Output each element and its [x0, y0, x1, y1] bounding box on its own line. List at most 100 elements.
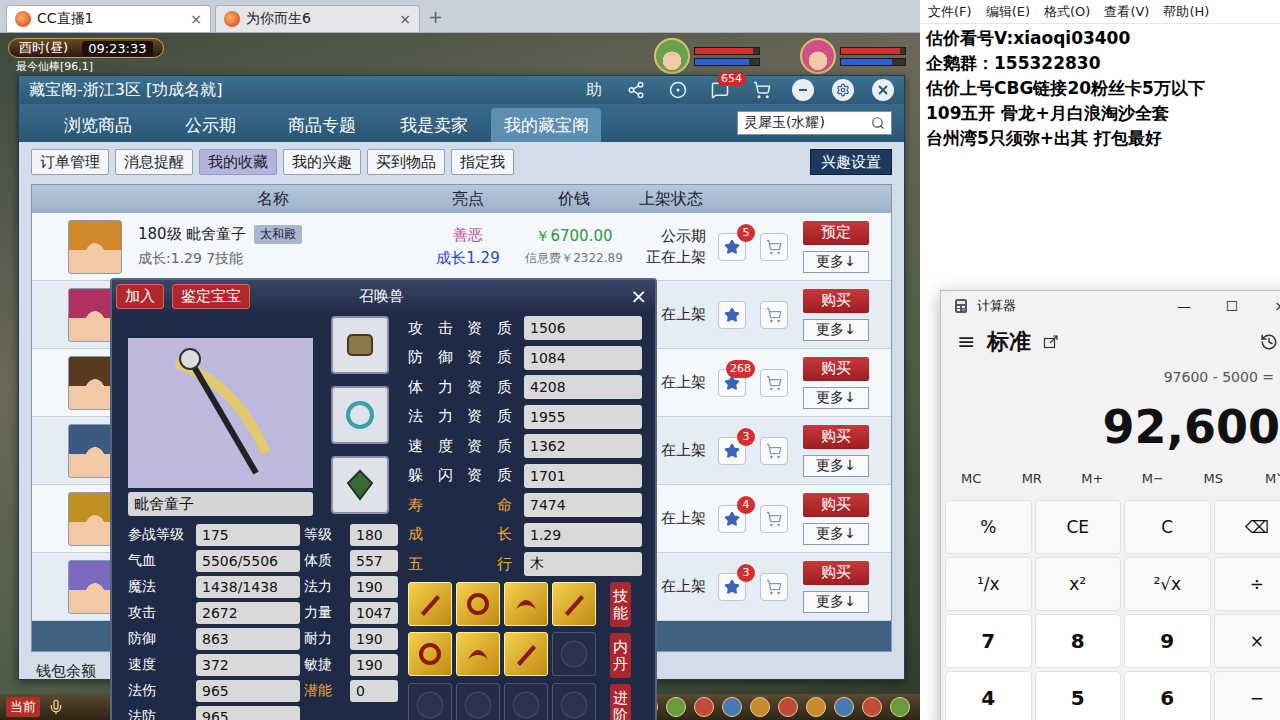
memory-button[interactable]: MC	[961, 471, 981, 486]
identify-button[interactable]: 鉴定宝宝	[172, 284, 250, 309]
calculator-key[interactable]: 7	[945, 614, 1032, 668]
mic-icon[interactable]	[48, 699, 64, 715]
add-cart-button[interactable]	[760, 233, 788, 261]
menu-item[interactable]: 格式(O)	[1044, 3, 1090, 21]
search-icon[interactable]	[871, 116, 885, 130]
game-menu-icon[interactable]	[722, 697, 742, 717]
calculator-key[interactable]: −	[1214, 671, 1280, 720]
calculator-key[interactable]: ⌫	[1214, 500, 1280, 554]
skill-slot[interactable]	[456, 683, 500, 720]
portrait-icon[interactable]	[654, 38, 690, 74]
browser-tab[interactable]: 为你而生6×	[215, 5, 420, 32]
table-row[interactable]: 180级 毗舍童子太和殿成长:1.29 7技能善恶成长1.29￥6700.00信…	[32, 213, 891, 281]
more-button[interactable]: 更多↓	[803, 455, 869, 477]
calculator-key[interactable]: ¹/x	[945, 557, 1032, 611]
equipment-slot[interactable]	[331, 316, 389, 374]
memory-button[interactable]: M+	[1081, 471, 1103, 486]
game-menu-icon[interactable]	[666, 697, 686, 717]
record-button[interactable]	[666, 78, 690, 102]
browser-tab[interactable]: CC直播1×	[6, 5, 211, 32]
buy-button[interactable]: 购买	[803, 425, 869, 449]
calculator-key[interactable]: ×	[1214, 614, 1280, 668]
more-button[interactable]: 更多↓	[803, 523, 869, 545]
add-cart-button[interactable]	[760, 369, 788, 397]
tab-close-button[interactable]: ×	[399, 11, 411, 27]
buy-button[interactable]: 购买	[803, 493, 869, 517]
game-menu-icon[interactable]	[778, 697, 798, 717]
buy-button[interactable]: 购买	[803, 561, 869, 585]
calculator-key[interactable]: 4	[945, 671, 1032, 720]
menu-item[interactable]: 编辑(E)	[986, 3, 1030, 21]
more-button[interactable]: 更多↓	[803, 319, 869, 341]
favorite-button[interactable]: 5	[718, 233, 746, 261]
popup-close-button[interactable]: ×	[630, 284, 647, 308]
skill-slot[interactable]	[504, 632, 548, 676]
cbg-tab[interactable]: 商品专题	[267, 108, 377, 142]
join-button[interactable]: 加入	[116, 284, 164, 309]
game-menu-icon[interactable]	[694, 697, 714, 717]
favorite-button[interactable]: 4	[718, 505, 746, 533]
favorite-button[interactable]	[718, 301, 746, 329]
more-button[interactable]: 更多↓	[803, 591, 869, 613]
calculator-key[interactable]: 5	[1035, 671, 1122, 720]
more-button[interactable]: 更多↓	[803, 251, 869, 273]
cbg-tab[interactable]: 我是卖家	[379, 108, 489, 142]
sub-tab[interactable]: 我的收藏	[199, 149, 277, 175]
game-menu-icon[interactable]	[806, 697, 826, 717]
add-cart-button[interactable]	[760, 573, 788, 601]
skill-slot[interactable]	[456, 632, 500, 676]
game-menu-icon[interactable]	[862, 697, 882, 717]
party-member[interactable]	[654, 38, 760, 74]
window-control-button[interactable]: ×	[1256, 298, 1280, 314]
side-button[interactable]: 技能	[610, 582, 631, 627]
buy-button[interactable]: 购买	[803, 357, 869, 381]
minimize-button[interactable]	[792, 79, 814, 101]
channel-button[interactable]: 当前	[6, 697, 40, 717]
skill-slot[interactable]	[408, 683, 452, 720]
equipment-slot[interactable]	[331, 386, 389, 444]
side-button[interactable]: 内丹	[610, 633, 631, 678]
help-button[interactable]: 助	[582, 78, 606, 102]
add-cart-button[interactable]	[760, 301, 788, 329]
memory-button[interactable]: M˅	[1265, 471, 1280, 486]
sub-tab[interactable]: 指定我	[451, 149, 514, 175]
calculator-key[interactable]: %	[945, 500, 1032, 554]
window-control-button[interactable]: ☐	[1208, 298, 1256, 314]
portrait-icon[interactable]	[800, 38, 836, 74]
favorite-button[interactable]: 3	[718, 437, 746, 465]
search-field[interactable]: 灵犀玉(水耀)	[737, 111, 892, 135]
favorite-button[interactable]: 3	[718, 573, 746, 601]
cbg-tab[interactable]: 公示期	[155, 108, 265, 142]
game-menu-icon[interactable]	[834, 697, 854, 717]
add-cart-button[interactable]	[760, 437, 788, 465]
sub-tab[interactable]: 我的兴趣	[283, 149, 361, 175]
favorite-button[interactable]: 268	[718, 369, 746, 397]
new-tab-button[interactable]: +	[428, 6, 443, 27]
skill-slot[interactable]	[408, 632, 452, 676]
close-button[interactable]	[872, 79, 894, 101]
sub-tab[interactable]: 买到物品	[367, 149, 445, 175]
settings-button[interactable]	[832, 79, 854, 101]
menu-item[interactable]: 帮助(H)	[1163, 3, 1209, 21]
calculator-key[interactable]: ²√x	[1124, 557, 1211, 611]
skill-slot[interactable]	[408, 582, 452, 626]
calculator-key[interactable]: 8	[1035, 614, 1122, 668]
calculator-key[interactable]: C	[1124, 500, 1211, 554]
buy-button[interactable]: 预定	[803, 221, 869, 245]
side-button[interactable]: 进阶	[610, 684, 631, 720]
skill-slot[interactable]	[552, 683, 596, 720]
add-cart-button[interactable]	[760, 505, 788, 533]
sub-tab[interactable]: 订单管理	[31, 149, 109, 175]
menu-button[interactable]: ≡	[957, 329, 975, 354]
skill-slot[interactable]	[504, 683, 548, 720]
notepad-text[interactable]: 估价看号V:xiaoqi03400企鹅群：155322830估价上号CBG链接2…	[920, 24, 1280, 153]
cbg-tab[interactable]: 我的藏宝阁	[491, 108, 601, 142]
calculator-key[interactable]: CE	[1035, 500, 1122, 554]
share-button[interactable]	[624, 78, 648, 102]
message-button[interactable]: 654	[708, 78, 732, 102]
game-menu-icon[interactable]	[890, 697, 910, 717]
cbg-tab[interactable]: 浏览商品	[43, 108, 153, 142]
menu-item[interactable]: 查看(V)	[1104, 3, 1149, 21]
party-member[interactable]	[800, 38, 906, 74]
buy-button[interactable]: 购买	[803, 289, 869, 313]
